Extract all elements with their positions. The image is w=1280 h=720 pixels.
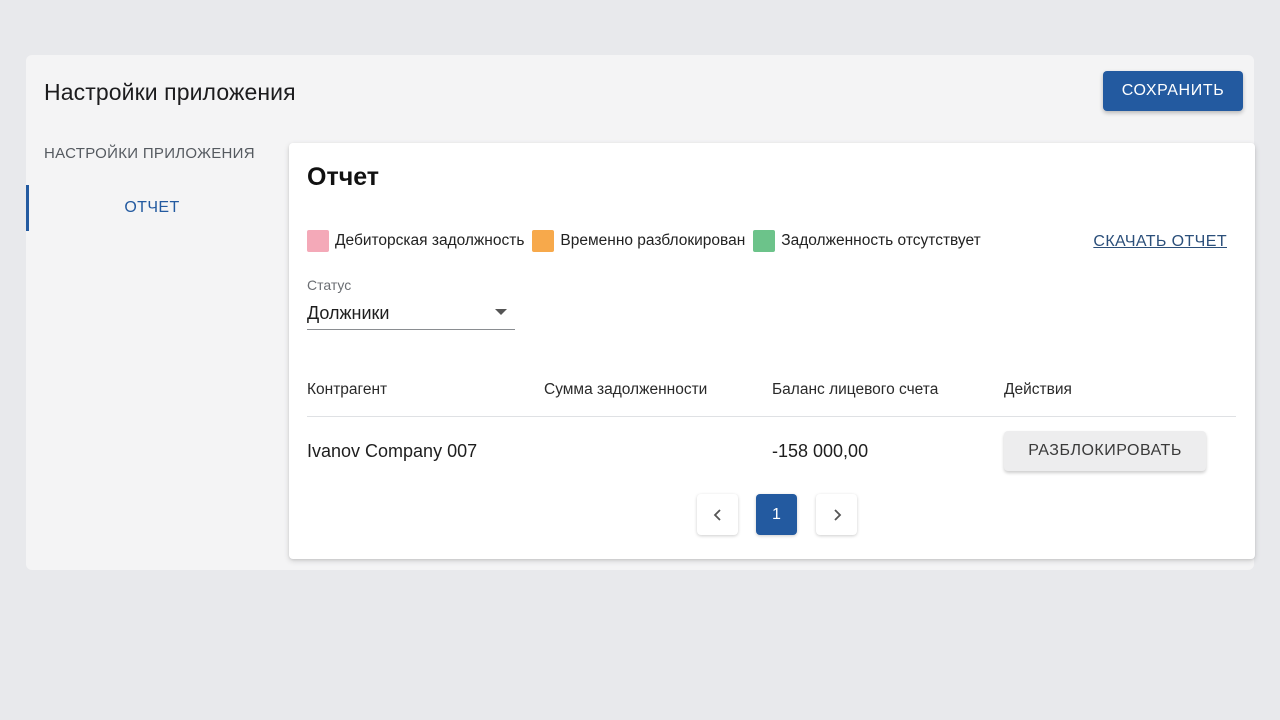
- save-button[interactable]: СОХРАНИТЬ: [1103, 71, 1243, 111]
- legend-item-temp-unblocked: Временно разблокирован: [532, 230, 745, 252]
- legend-label: Задолженность отсутствует: [781, 232, 981, 249]
- cell-balance: -158 000,00: [772, 441, 869, 461]
- pagination-next-button[interactable]: [816, 494, 857, 535]
- status-filter-select[interactable]: Должники: [307, 298, 515, 330]
- chevron-down-icon: [495, 309, 507, 315]
- status-filter-value: Должники: [307, 303, 390, 323]
- pagination-prev-button[interactable]: [697, 494, 738, 535]
- column-header-counterparty: Контрагент: [307, 381, 388, 398]
- report-card: Отчет Дебиторская задолжность Временно р…: [289, 143, 1255, 559]
- legend-item-no-debt: Задолженность отсутствует: [753, 230, 981, 252]
- active-indicator: [26, 185, 29, 231]
- chevron-right-icon: [833, 508, 841, 521]
- sidebar-item-label: ОТЧЕТ: [124, 199, 180, 216]
- legend-label: Временно разблокирован: [560, 232, 746, 249]
- sidebar-item-report[interactable]: ОТЧЕТ: [26, 185, 278, 231]
- download-report-link[interactable]: СКАЧАТЬ ОТЧЕТ: [1093, 233, 1227, 251]
- sidebar-section-title: НАСТРОЙКИ ПРИЛОЖЕНИЯ: [44, 145, 255, 162]
- legend-label: Дебиторская задолжность: [335, 232, 525, 249]
- legend-item-receivables: Дебиторская задолжность: [307, 230, 524, 252]
- legend-swatch: [753, 230, 776, 252]
- cell-counterparty: Ivanov Company 007: [307, 441, 478, 461]
- unblock-button[interactable]: РАЗБЛОКИРОВАТЬ: [1004, 431, 1206, 471]
- column-header-actions: Действия: [1004, 381, 1072, 398]
- table-header-divider: [307, 416, 1236, 417]
- column-header-debt-amount: Сумма задолженности: [544, 381, 708, 398]
- column-header-balance: Баланс лицевого счета: [772, 381, 939, 398]
- pagination-page-1[interactable]: 1: [756, 494, 797, 535]
- report-title: Отчет: [307, 163, 380, 191]
- chevron-left-icon: [713, 508, 721, 521]
- legend-swatch: [532, 230, 555, 252]
- page-title: Настройки приложения: [44, 79, 296, 105]
- legend: Дебиторская задолжность Временно разблок…: [307, 230, 981, 252]
- legend-swatch: [307, 230, 329, 252]
- status-filter-label: Статус: [307, 277, 352, 293]
